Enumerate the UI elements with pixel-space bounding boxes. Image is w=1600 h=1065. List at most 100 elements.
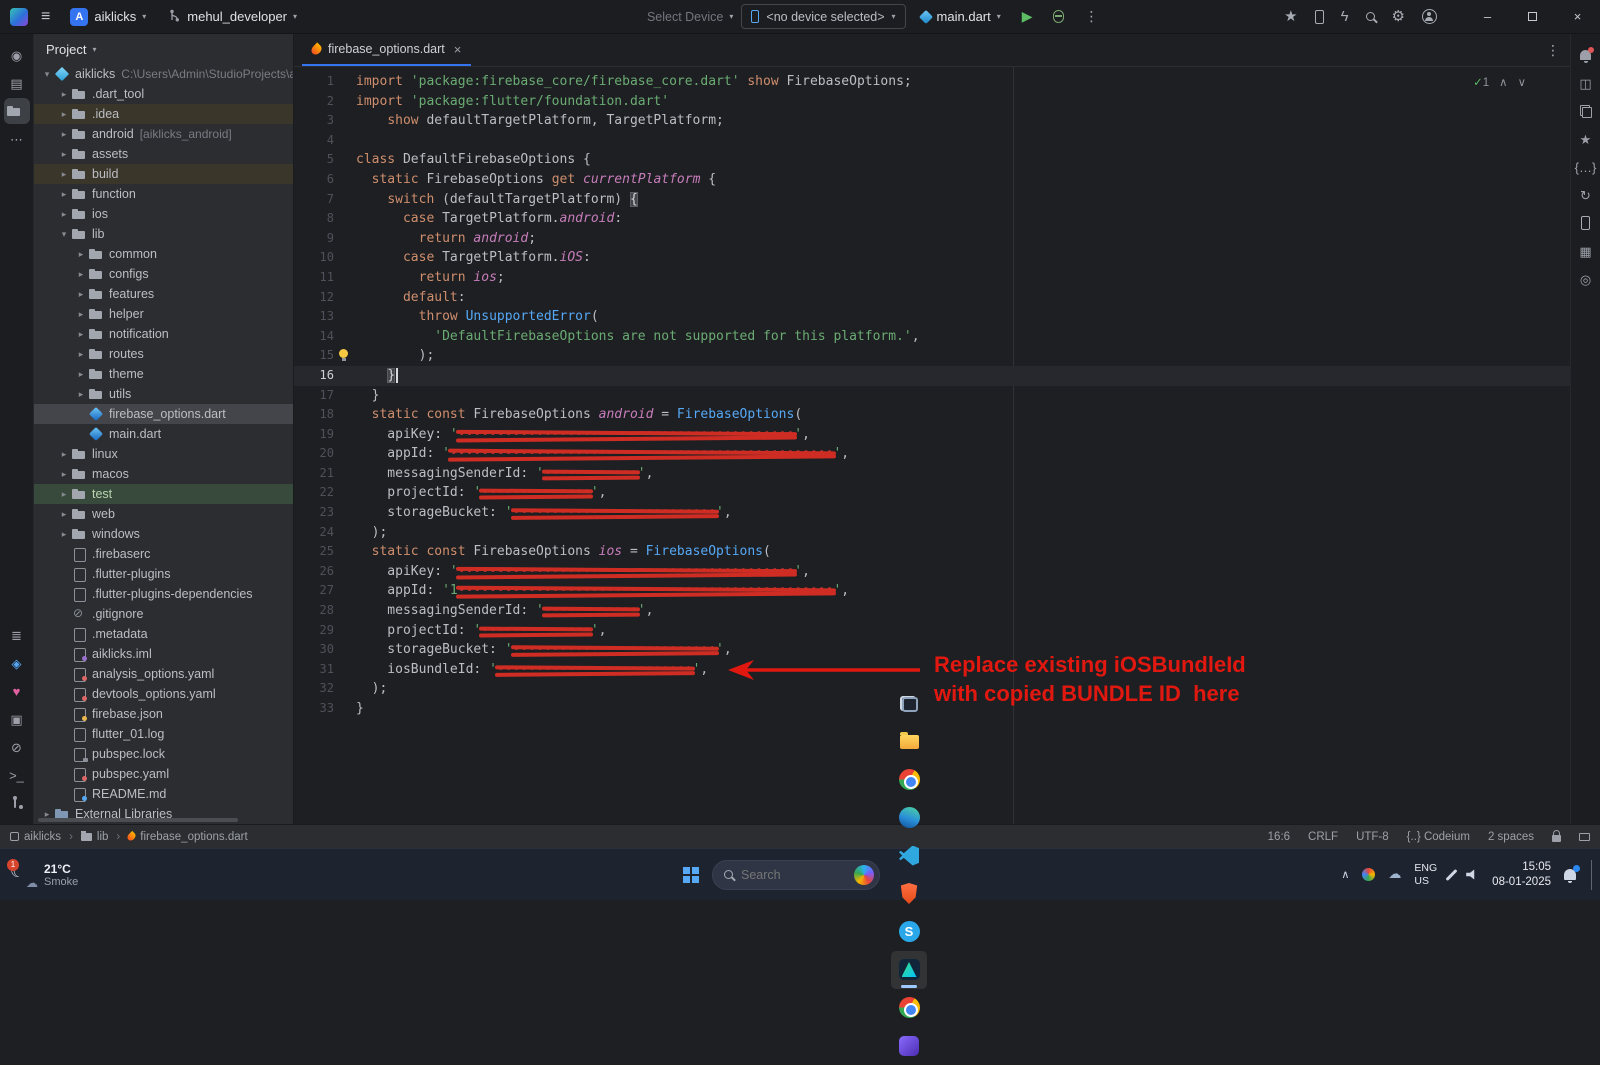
code-line-6[interactable]: 6 static FirebaseOptions get currentPlat…	[294, 170, 1570, 190]
tree-item-metadata[interactable]: .metadata	[34, 624, 293, 644]
chevron-collapsed-icon[interactable]: ▸	[57, 189, 71, 200]
tree-item-routes[interactable]: ▸routes	[34, 344, 293, 364]
code-line-1[interactable]: 1import 'package:firebase_core/firebase_…	[294, 72, 1570, 92]
main-menu-icon[interactable]: ≡	[36, 9, 55, 25]
tree-item-windows[interactable]: ▸windows	[34, 524, 293, 544]
tree-item-web[interactable]: ▸web	[34, 504, 293, 524]
more-tools-tool-button[interactable]: ⋯	[4, 126, 30, 152]
tree-item-utils[interactable]: ▸utils	[34, 384, 293, 404]
flutter-performance-tool-button[interactable]: ♥	[4, 678, 30, 704]
code-line-3[interactable]: 3 show defaultTargetPlatform, TargetPlat…	[294, 111, 1570, 131]
code-line-23[interactable]: 23 storageBucket: '•••••••••••••••••••••…	[294, 503, 1570, 523]
tree-item-aiklicks[interactable]: ▾aiklicksC:\Users\Admin\StudioProjects\a…	[34, 64, 293, 84]
code-line-2[interactable]: 2import 'package:flutter/foundation.dart…	[294, 92, 1570, 112]
codeium-widget[interactable]: {..} Codeium	[1407, 831, 1470, 843]
sparkle-ai-icon[interactable]: ★	[1284, 9, 1297, 24]
gradle-tool-button[interactable]: ▦	[1573, 238, 1599, 264]
chevron-collapsed-icon[interactable]: ▸	[74, 369, 88, 380]
editor-options-icon[interactable]: ⋮	[1546, 42, 1560, 59]
build-tool-button[interactable]: ▣	[4, 706, 30, 732]
copilot-icon[interactable]	[854, 865, 874, 885]
device-manager-icon[interactable]	[1315, 10, 1324, 24]
task-view-taskbar-button[interactable]	[891, 685, 927, 723]
next-problem-icon[interactable]: ∨	[1518, 75, 1526, 89]
tree-item-flutter-01-log[interactable]: flutter_01.log	[34, 724, 293, 744]
code-line-22[interactable]: 22 projectId: '••••••••••••••',	[294, 483, 1570, 503]
run-button[interactable]: ▶	[1016, 8, 1039, 25]
code-line-29[interactable]: 29 projectId: '••••••••••••••',	[294, 621, 1570, 641]
tree-item-firebaserc[interactable]: .firebaserc	[34, 544, 293, 564]
minimize-button[interactable]: –	[1465, 0, 1510, 34]
tree-item-flutter-plugins[interactable]: .flutter-plugins	[34, 564, 293, 584]
pen-icon[interactable]	[1446, 868, 1458, 880]
device-manager-tool-button[interactable]	[1573, 210, 1599, 236]
branch-widget[interactable]: mehul_developer ▾	[161, 5, 304, 29]
chevron-collapsed-icon[interactable]: ▸	[57, 529, 71, 540]
notifications-bell-icon[interactable]	[1564, 869, 1576, 880]
tree-item-gitignore[interactable]: .gitignore	[34, 604, 293, 624]
line-separator-widget[interactable]: CRLF	[1308, 831, 1338, 843]
commit-tool-button[interactable]: ◉	[4, 42, 30, 68]
layout-tool-button[interactable]: ◫	[1573, 70, 1599, 96]
chevron-collapsed-icon[interactable]: ▸	[74, 249, 88, 260]
chrome-beta-taskbar-button[interactable]	[891, 989, 927, 1027]
code-editor[interactable]: 1import 'package:firebase_core/firebase_…	[294, 67, 1570, 824]
copy-tool-button[interactable]	[1573, 98, 1599, 124]
chevron-collapsed-icon[interactable]: ▸	[57, 149, 71, 160]
tree-item-function[interactable]: ▸function	[34, 184, 293, 204]
code-line-24[interactable]: 24 );	[294, 523, 1570, 543]
breadcrumb-module[interactable]: aiklicks	[10, 831, 61, 843]
chevron-collapsed-icon[interactable]: ▸	[74, 329, 88, 340]
code-line-14[interactable]: 14 'DefaultFirebaseOptions are not suppo…	[294, 327, 1570, 347]
chrome-taskbar-button[interactable]	[891, 761, 927, 799]
chevron-collapsed-icon[interactable]: ▸	[57, 89, 71, 100]
skype-taskbar-button[interactable]	[891, 913, 927, 951]
version-control-tool-button[interactable]	[4, 790, 30, 816]
inspection-widget[interactable]: ✓1 ∧ ∨	[1473, 75, 1526, 89]
flutter-inspector-tool-button[interactable]: ◈	[4, 650, 30, 676]
tree-item-readme-md[interactable]: README.md	[34, 784, 293, 804]
onedrive-cloud-icon[interactable]: ☁	[1388, 867, 1401, 882]
tree-item-aiklicks-iml[interactable]: aiklicks.iml	[34, 644, 293, 664]
taskbar-search[interactable]	[712, 860, 880, 890]
run-configuration-selector[interactable]: main.dart ▾	[914, 5, 1008, 28]
chevron-collapsed-icon[interactable]: ▸	[57, 509, 71, 520]
screen-icon[interactable]	[1579, 833, 1590, 841]
code-line-17[interactable]: 17 }	[294, 386, 1570, 406]
readonly-lock-icon[interactable]	[1552, 835, 1561, 842]
breadcrumb-folder[interactable]: lib	[81, 831, 109, 843]
purple-app-taskbar-button[interactable]	[891, 1027, 927, 1065]
tray-app-icon[interactable]	[1362, 868, 1375, 881]
volume-icon[interactable]	[1466, 869, 1479, 881]
code-line-10[interactable]: 10 case TargetPlatform.iOS:	[294, 248, 1570, 268]
structure-tool-button[interactable]: ▤	[4, 70, 30, 96]
chevron-collapsed-icon[interactable]: ▸	[74, 289, 88, 300]
language-indicator[interactable]: ENG US	[1414, 862, 1437, 886]
problems-tool-button[interactable]: ⊘	[4, 734, 30, 760]
tree-item-common[interactable]: ▸common	[34, 244, 293, 264]
device-selector[interactable]: Select Device ▾	[647, 10, 733, 24]
chevron-collapsed-icon[interactable]: ▸	[57, 469, 71, 480]
close-button[interactable]: ×	[1555, 0, 1600, 34]
breadcrumb-file[interactable]: firebase_options.dart	[128, 831, 247, 843]
tree-item-devtools-options-yaml[interactable]: devtools_options.yaml	[34, 684, 293, 704]
device-dropdown[interactable]: <no device selected> ▾	[741, 4, 905, 29]
code-line-13[interactable]: 13 throw UnsupportedError(	[294, 307, 1570, 327]
tree-item-pubspec-lock[interactable]: pubspec.lock	[34, 744, 293, 764]
encoding-widget[interactable]: UTF-8	[1356, 831, 1389, 843]
debug-button[interactable]	[1053, 10, 1064, 23]
chevron-expanded-icon[interactable]: ▾	[57, 229, 71, 240]
code-line-9[interactable]: 9 return android;	[294, 229, 1570, 249]
code-line-32[interactable]: 32 );	[294, 679, 1570, 699]
clock-widget[interactable]: 15:05 08-01-2025	[1492, 860, 1551, 889]
code-line-4[interactable]: 4	[294, 131, 1570, 151]
tree-item-assets[interactable]: ▸assets	[34, 144, 293, 164]
search-everywhere-icon[interactable]	[1366, 12, 1375, 21]
chevron-collapsed-icon[interactable]: ▸	[57, 169, 71, 180]
code-line-20[interactable]: 20 appId: '•••••••••••••••••••••••••••••…	[294, 444, 1570, 464]
show-desktop-button[interactable]	[1591, 860, 1594, 890]
settings-gear-icon[interactable]: ⚙	[1392, 9, 1405, 24]
code-line-8[interactable]: 8 case TargetPlatform.android:	[294, 209, 1570, 229]
tree-item-configs[interactable]: ▸configs	[34, 264, 293, 284]
project-panel-header[interactable]: Project ▾	[34, 34, 293, 64]
